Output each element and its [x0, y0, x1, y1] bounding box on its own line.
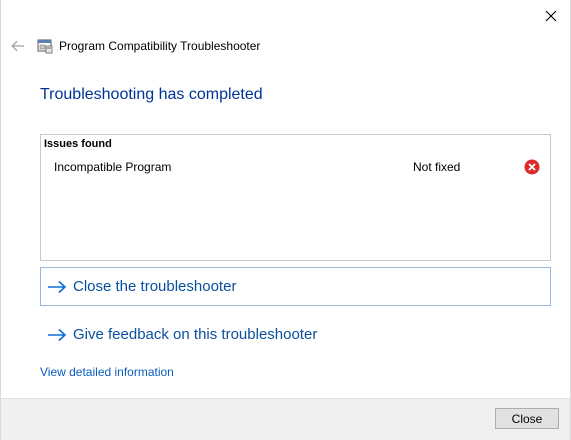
error-icon [524, 159, 540, 175]
issue-name: Incompatible Program [54, 160, 172, 174]
footer-bar: Close [1, 398, 570, 440]
window-close-button[interactable] [538, 5, 564, 27]
arrow-right-icon [47, 279, 67, 295]
issue-row[interactable]: Incompatible Program Not fixed [54, 159, 542, 177]
arrow-right-icon [47, 327, 67, 343]
title-bar: Program Compatibility Troubleshooter [9, 36, 260, 56]
troubleshooter-app-icon [37, 38, 53, 54]
close-troubleshooter-link[interactable]: Close the troubleshooter [40, 267, 551, 306]
close-icon [545, 10, 557, 22]
back-button[interactable] [9, 37, 27, 55]
view-detailed-information-link[interactable]: View detailed information [40, 365, 174, 379]
close-troubleshooter-label: Close the troubleshooter [73, 278, 237, 295]
window-title: Program Compatibility Troubleshooter [59, 39, 261, 53]
close-button[interactable]: Close [495, 408, 559, 429]
issues-list: Issues found Incompatible Program Not fi… [40, 134, 551, 261]
issues-header: Issues found [44, 138, 112, 150]
back-arrow-icon [11, 40, 24, 52]
page-title: Troubleshooting has completed [40, 86, 263, 103]
issue-status: Not fixed [413, 160, 461, 174]
troubleshooter-window: Program Compatibility Troubleshooter Tro… [0, 0, 571, 440]
give-feedback-label: Give feedback on this troubleshooter [73, 326, 318, 343]
give-feedback-link[interactable]: Give feedback on this troubleshooter [40, 315, 551, 354]
